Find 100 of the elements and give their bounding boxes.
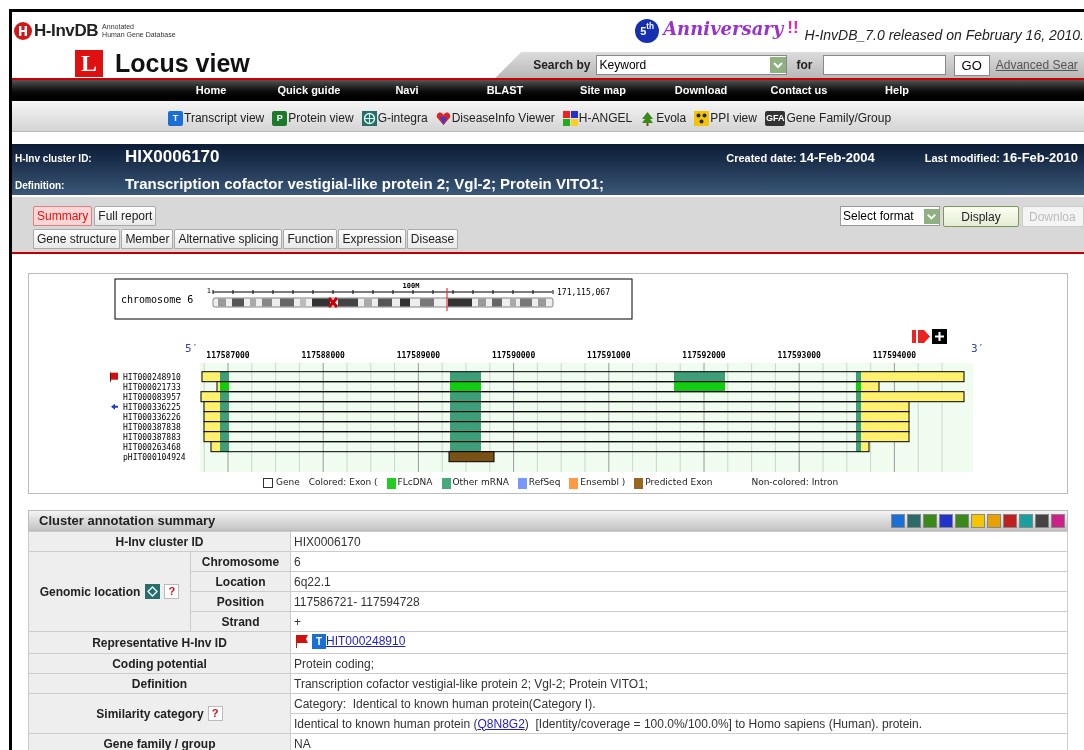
nav-link[interactable]: Download [652,82,750,99]
tool-icon[interactable] [939,513,953,528]
row-label: Strand [221,614,260,629]
page-title: Locus view [115,47,250,79]
nav-link[interactable]: BLAST [456,82,554,99]
transcript-link[interactable]: HIT000248910 [326,632,406,650]
tool-link[interactable]: H-ANGEL [578,109,633,127]
help-button[interactable]: ? [207,706,223,721]
row-label: H-Inv cluster ID [115,534,204,549]
search-by-select[interactable]: Keyword [595,55,787,75]
chromosome-label: chromosome 6 [121,294,194,305]
five-prime-label: 5′ [185,342,199,355]
track-label: pHIT000104924 [123,452,186,462]
mosaic-icon [562,110,578,126]
nav-link[interactable]: Contact us [750,82,848,99]
position-label: 117589000 [396,351,441,360]
dots-icon [694,110,710,126]
row-value: 6q22.1 [294,574,331,589]
row-value: 6 [294,554,301,569]
tab[interactable]: Member [121,229,174,249]
position-label: 117588000 [301,351,345,360]
caret-icon [924,208,939,224]
cluster-id: HIX0006170 [125,146,220,168]
row-label: Chromosome [201,554,280,569]
transcript-badge-icon[interactable]: T [312,633,326,649]
tool-link[interactable]: Transcript view [184,109,265,127]
tool-icon[interactable] [907,513,921,528]
map-icon[interactable] [145,584,161,599]
tool-icon[interactable] [1003,513,1017,528]
modified-date: 16-Feb-2010 [1002,149,1078,167]
tab[interactable]: Alternative splicing [174,229,283,249]
page-icon: L [75,49,103,77]
position-label: 117594000 [872,351,917,360]
nav-link[interactable]: Quick guide [260,82,358,99]
row-value: Category: Identical to known human protein(Category I). [294,696,596,711]
row-label: Position [216,594,265,609]
anniversary-badge: 5$^{th}$ [635,19,660,43]
tool-badge-icon: T [168,110,183,126]
display-button[interactable]: Display [943,206,1019,227]
legend-label: Other mRNA [452,476,509,490]
flag-icon [110,372,118,382]
search-label: Search by [533,57,591,74]
tab[interactable]: Expression [338,229,406,249]
row-value: + [294,614,301,629]
position-label: 117592000 [682,351,726,360]
search-field[interactable] [822,55,946,75]
tab[interactable]: Full report [94,206,157,226]
logo-icon [14,21,32,40]
protein-link[interactable]: Q8N8G2 [477,716,525,731]
tab[interactable]: Summary [33,206,93,226]
track-label: HIT000336225 [123,402,181,412]
tool-link[interactable]: Gene Family/Group [786,109,892,127]
anniversary-text: Anniversary [663,17,784,41]
created-label: Created date: [726,151,797,166]
definition-label: Definition: [15,178,66,193]
nav-link[interactable]: Navi [358,82,456,99]
tab[interactable]: Disease [406,229,459,249]
tab[interactable]: Function [283,229,338,249]
row-value: NA [294,736,311,750]
help-button[interactable]: ? [164,584,180,599]
tool-icon[interactable] [1035,513,1049,528]
heart-icon [435,110,451,126]
track-label: HIT000263468 [123,442,181,452]
tool-icon[interactable] [891,513,905,528]
go-button[interactable]: GO [953,54,990,76]
track-label: HIT000021733 [123,382,181,392]
tool-link[interactable]: G-integra [377,109,428,127]
nav-link[interactable]: Site map [554,82,652,99]
advanced-search-link[interactable]: Advanced Sear [995,56,1078,74]
row-label: Representative H-Inv ID [92,635,227,650]
tree-icon [640,110,656,126]
tab[interactable]: Gene structure [33,229,121,249]
arrow-icon [111,403,118,410]
tool-icon[interactable] [1051,513,1065,528]
nav-link[interactable]: Help [848,82,946,99]
release-note: H-InvDB_7.0 released on February 16, 2010. [804,26,1084,45]
format-select[interactable]: Select format [840,206,940,226]
tool-link[interactable]: Protein view [288,109,354,127]
caret-icon [769,57,786,73]
flag-icon [294,634,309,648]
track-label: HIT000336226 [123,412,181,422]
tool-icon[interactable] [955,513,969,528]
tool-link[interactable]: PPI view [710,109,757,127]
nav-link[interactable]: Home [162,82,260,99]
tool-link[interactable]: Evola [656,109,687,127]
position-label: 117587000 [206,351,250,360]
position-label: 117591000 [587,351,631,360]
tool-badge-icon: GFA [764,110,786,126]
row-value: Transcription cofactor vestigial-like protein 2; Vgl-2; Protein VITO1; [294,676,649,691]
logo-text: H-InvDB [34,20,99,42]
legend-label: Predicted Exon [645,476,713,490]
position-label: 117590000 [491,351,536,360]
position-marker [446,287,448,312]
tool-badge-icon: P [272,110,288,126]
tool-link[interactable]: DiseaseInfo Viewer [451,109,555,127]
tool-icon[interactable] [923,513,937,528]
summary-title: Cluster annotation summary [39,511,216,530]
row-value: HIX0006170 [294,534,361,549]
track-label: HIT000387883 [123,432,181,442]
row-label: Genomic location [39,583,141,601]
